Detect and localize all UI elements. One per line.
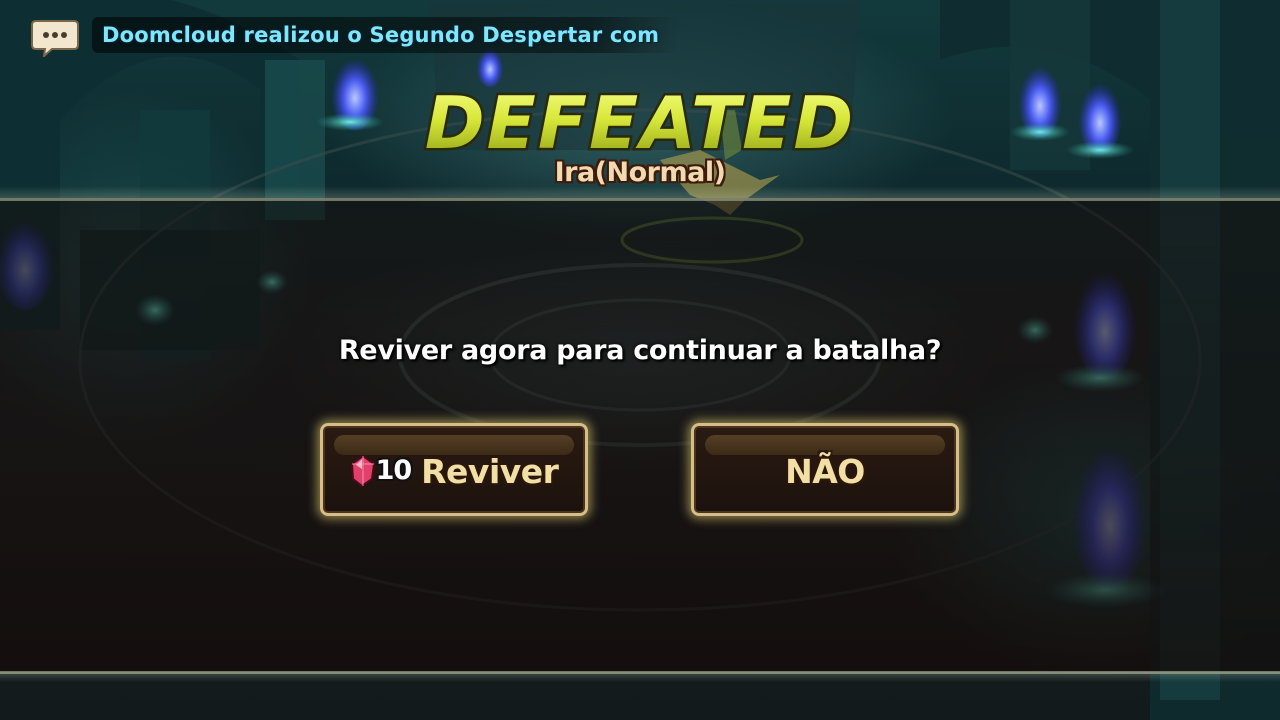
stage-name: Ira(Normal) [554, 157, 726, 188]
dialog-overlay-band [0, 198, 1280, 674]
crystal-gem-icon [350, 454, 375, 487]
revive-button-label: Reviver [421, 452, 559, 491]
battle-scene: Doomcloud realizou o Segundo Despertar c… [0, 0, 1280, 720]
no-button[interactable]: NÃO [691, 423, 959, 516]
revive-prompt: Reviver agora para continuar a batalha? [338, 335, 942, 366]
revive-cost: 10 [350, 454, 413, 487]
revive-cost-value: 10 [375, 455, 413, 486]
overlay-bottom-edge [0, 672, 1280, 682]
chat-ticker[interactable]: Doomcloud realizou o Segundo Despertar c… [92, 17, 680, 53]
chat-message: Doomcloud realizou o Segundo Despertar c… [102, 23, 660, 47]
defeated-title: DEFEATED [380, 76, 900, 165]
no-button-label: NÃO [785, 452, 865, 491]
revive-button[interactable]: 10 Reviver [320, 423, 588, 516]
defeated-text: DEFEATED [425, 81, 855, 164]
speech-bubble-icon[interactable] [30, 17, 80, 59]
